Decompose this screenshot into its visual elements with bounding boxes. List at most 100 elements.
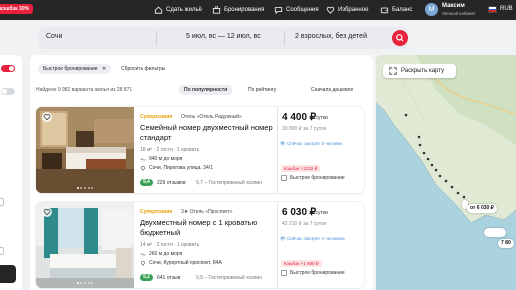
show-results-button[interactable]: [0, 265, 16, 283]
hotel-title[interactable]: Семейный номер двухместный номер стандар…: [140, 123, 280, 143]
room-meta: 14 м² · 2 гостя · 1 кровать: [140, 242, 200, 248]
favorite-button[interactable]: [42, 112, 52, 122]
city-input[interactable]: Сочи: [46, 33, 62, 40]
cashback-badge: Кэшбэк +1232 ₽: [281, 165, 321, 172]
rating-badge: 9,2: [140, 274, 153, 281]
host-rating: 9,7 – Гостеприимный хозяин: [196, 180, 262, 186]
price-period: за сутки: [309, 210, 328, 216]
search-button[interactable]: [392, 30, 408, 46]
sea-icon: [140, 253, 146, 256]
quick-booking-text: Быстрое бронирование: [290, 175, 345, 181]
expand-icon: [389, 67, 397, 75]
expand-map-label: Раскрыть карту: [401, 68, 445, 74]
sort-popularity[interactable]: По популярности: [179, 85, 233, 95]
results-count: Найдено 9 982 варианта жилья из 28 871: [36, 87, 133, 93]
filter-panel: [0, 55, 22, 290]
nav-label: Избранное: [338, 7, 369, 13]
expand-map-button[interactable]: Раскрыть карту: [383, 64, 456, 78]
quick-booking-icon: [281, 270, 287, 276]
hotel-type: Отель «Отель Радужный»: [181, 114, 242, 120]
viewers-text: Сейчас смотрят 5 человек: [286, 141, 343, 146]
avatar[interactable]: М: [425, 3, 438, 16]
close-icon[interactable]: ✕: [102, 66, 106, 72]
price-total: 42 210 ₽ за 7 суток: [282, 221, 327, 227]
filter-checkbox[interactable]: [0, 247, 4, 255]
russia-flag-icon[interactable]: [488, 6, 497, 13]
search-icon: [396, 34, 404, 42]
viewers-notice: 👁 Сейчас смотрят 4 человека: [280, 236, 345, 241]
nav-rent-out[interactable]: Сдать жильё: [154, 6, 202, 14]
hotel-card[interactable]: Суперхозяин Отель «Отель Радужный» Семей…: [36, 107, 364, 193]
viewers-text: Сейчас смотрят 4 человека: [286, 236, 345, 241]
filter-toggle-off[interactable]: [1, 88, 15, 95]
address: Сочи, Курортный проспект, 84А: [140, 260, 222, 266]
user-cabinet-link[interactable]: Личный кабинет: [442, 11, 476, 16]
chip-label: Быстрое бронирование: [43, 66, 98, 72]
sort-rating[interactable]: По рейтингу: [243, 85, 281, 95]
cashback-promo-badge[interactable]: кэшбэк 30%: [0, 4, 34, 14]
reviews-link[interactable]: 229 отзывов: [157, 180, 186, 186]
address-text: Сочи, Курортный проспект, 84А: [149, 260, 222, 266]
search-divider: [156, 31, 157, 45]
viewers-notice: 👁 Сейчас смотрят 5 человек: [280, 141, 343, 146]
filter-chip-quick-booking[interactable]: Быстрое бронирование ✕: [38, 64, 112, 74]
chat-icon: [274, 7, 283, 14]
guests-input[interactable]: 2 взрослых, без детей: [295, 33, 367, 40]
top-bar: кэшбэк 30% Сдать жильё Бронирования Сооб…: [0, 0, 516, 20]
map-price-pin[interactable]: от 6 030 ₽: [467, 204, 497, 213]
user-name[interactable]: Максим: [442, 3, 465, 9]
location-pin-icon: [140, 260, 146, 266]
dates-input[interactable]: 5 июл, вс — 12 июл, вс: [186, 33, 261, 40]
quick-booking-text: Быстрое бронирование: [290, 270, 345, 276]
map-pin[interactable]: [484, 228, 506, 237]
heart-icon: [326, 6, 335, 14]
photo-pagination[interactable]: [36, 282, 134, 284]
price-total: 30 800 ₽ за 7 суток: [282, 126, 327, 132]
superhost-badge: Суперхозяин: [140, 209, 173, 215]
map[interactable]: [376, 55, 516, 290]
quick-booking-label: Быстрое бронирование: [281, 270, 345, 276]
hotel-title[interactable]: Двухместный номер с 1 кроватью бюджетный: [140, 218, 280, 238]
nav-label: Бронирования: [224, 7, 265, 13]
heart-icon: [43, 114, 51, 121]
cashback-badge: Кэшбэк +1 680 ₽: [281, 260, 322, 267]
suitcase-icon: [212, 6, 221, 14]
host-rating: 9,5 – Гостеприимный хозяин: [196, 275, 262, 281]
superhost-badge: Суперхозяин: [140, 114, 173, 120]
home-icon: [154, 6, 163, 14]
nav-balance[interactable]: Баланс: [380, 6, 412, 14]
nav-label: Сдать жильё: [166, 7, 202, 13]
filter-checkbox[interactable]: [0, 198, 4, 206]
sea-distance: 940 м до моря: [140, 156, 182, 162]
reviews-link[interactable]: 641 отзыв: [157, 275, 180, 281]
hotel-type: 3★ Отель «Проспект»: [181, 209, 233, 215]
nav-favorites[interactable]: Избранное: [326, 6, 368, 14]
nav-bookings[interactable]: Бронирования: [212, 6, 264, 14]
distance-text: 940 м до моря: [149, 156, 183, 162]
card-divider: [277, 107, 278, 193]
hotel-card[interactable]: Суперхозяин 3★ Отель «Проспект» Двухмест…: [36, 202, 364, 288]
currency-selector[interactable]: RUB: [500, 6, 513, 12]
heart-icon: [43, 209, 51, 216]
favorite-button[interactable]: [42, 207, 52, 217]
rating-badge: 9,4: [140, 179, 153, 186]
quick-booking-label: Быстрое бронирование: [281, 175, 345, 181]
room-meta: 18 м² · 2 гостя · 1 кровать: [140, 147, 200, 153]
sea-icon: [140, 158, 146, 161]
sort-cheapest[interactable]: Сначала дешевле: [306, 85, 358, 95]
reset-filters-button[interactable]: Сбросить фильтры: [116, 64, 170, 74]
hotel-photo[interactable]: [36, 202, 134, 288]
search-divider: [284, 31, 285, 45]
distance-text: 260 м до моря: [149, 251, 183, 257]
hotel-photo[interactable]: [36, 107, 134, 193]
map-price-pin[interactable]: 7 80: [498, 239, 514, 248]
nav-label: Сообщения: [286, 7, 319, 13]
nav-messages[interactable]: Сообщения: [274, 6, 319, 14]
wallet-icon: [380, 7, 389, 14]
map-tiles: [376, 55, 516, 224]
photo-pagination[interactable]: [36, 187, 134, 189]
card-divider: [277, 202, 278, 288]
filter-toggle-on[interactable]: [1, 65, 15, 72]
address: Сочи, Пирогова улица, 34/1: [140, 165, 213, 171]
location-pin-icon: [140, 165, 146, 171]
